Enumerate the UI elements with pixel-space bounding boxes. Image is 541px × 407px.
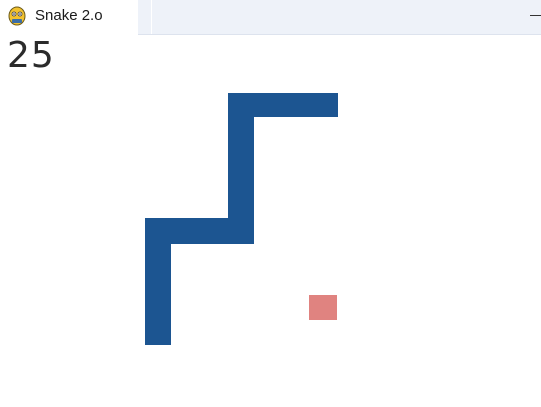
score-display: 25 [7,35,55,76]
title-bar[interactable]: Snake 2.o [0,0,541,35]
title-tab: Snake 2.o [0,0,138,35]
tab-divider [151,0,152,34]
game-board [0,35,541,407]
window-title: Snake 2.o [35,7,103,24]
food-pellet [309,295,337,320]
pygame-snake-icon [8,6,26,26]
minimize-icon [530,15,541,16]
minimize-button[interactable] [522,3,541,27]
game-window: Snake 2.o 25 [0,0,541,407]
snake-segment [145,218,171,345]
